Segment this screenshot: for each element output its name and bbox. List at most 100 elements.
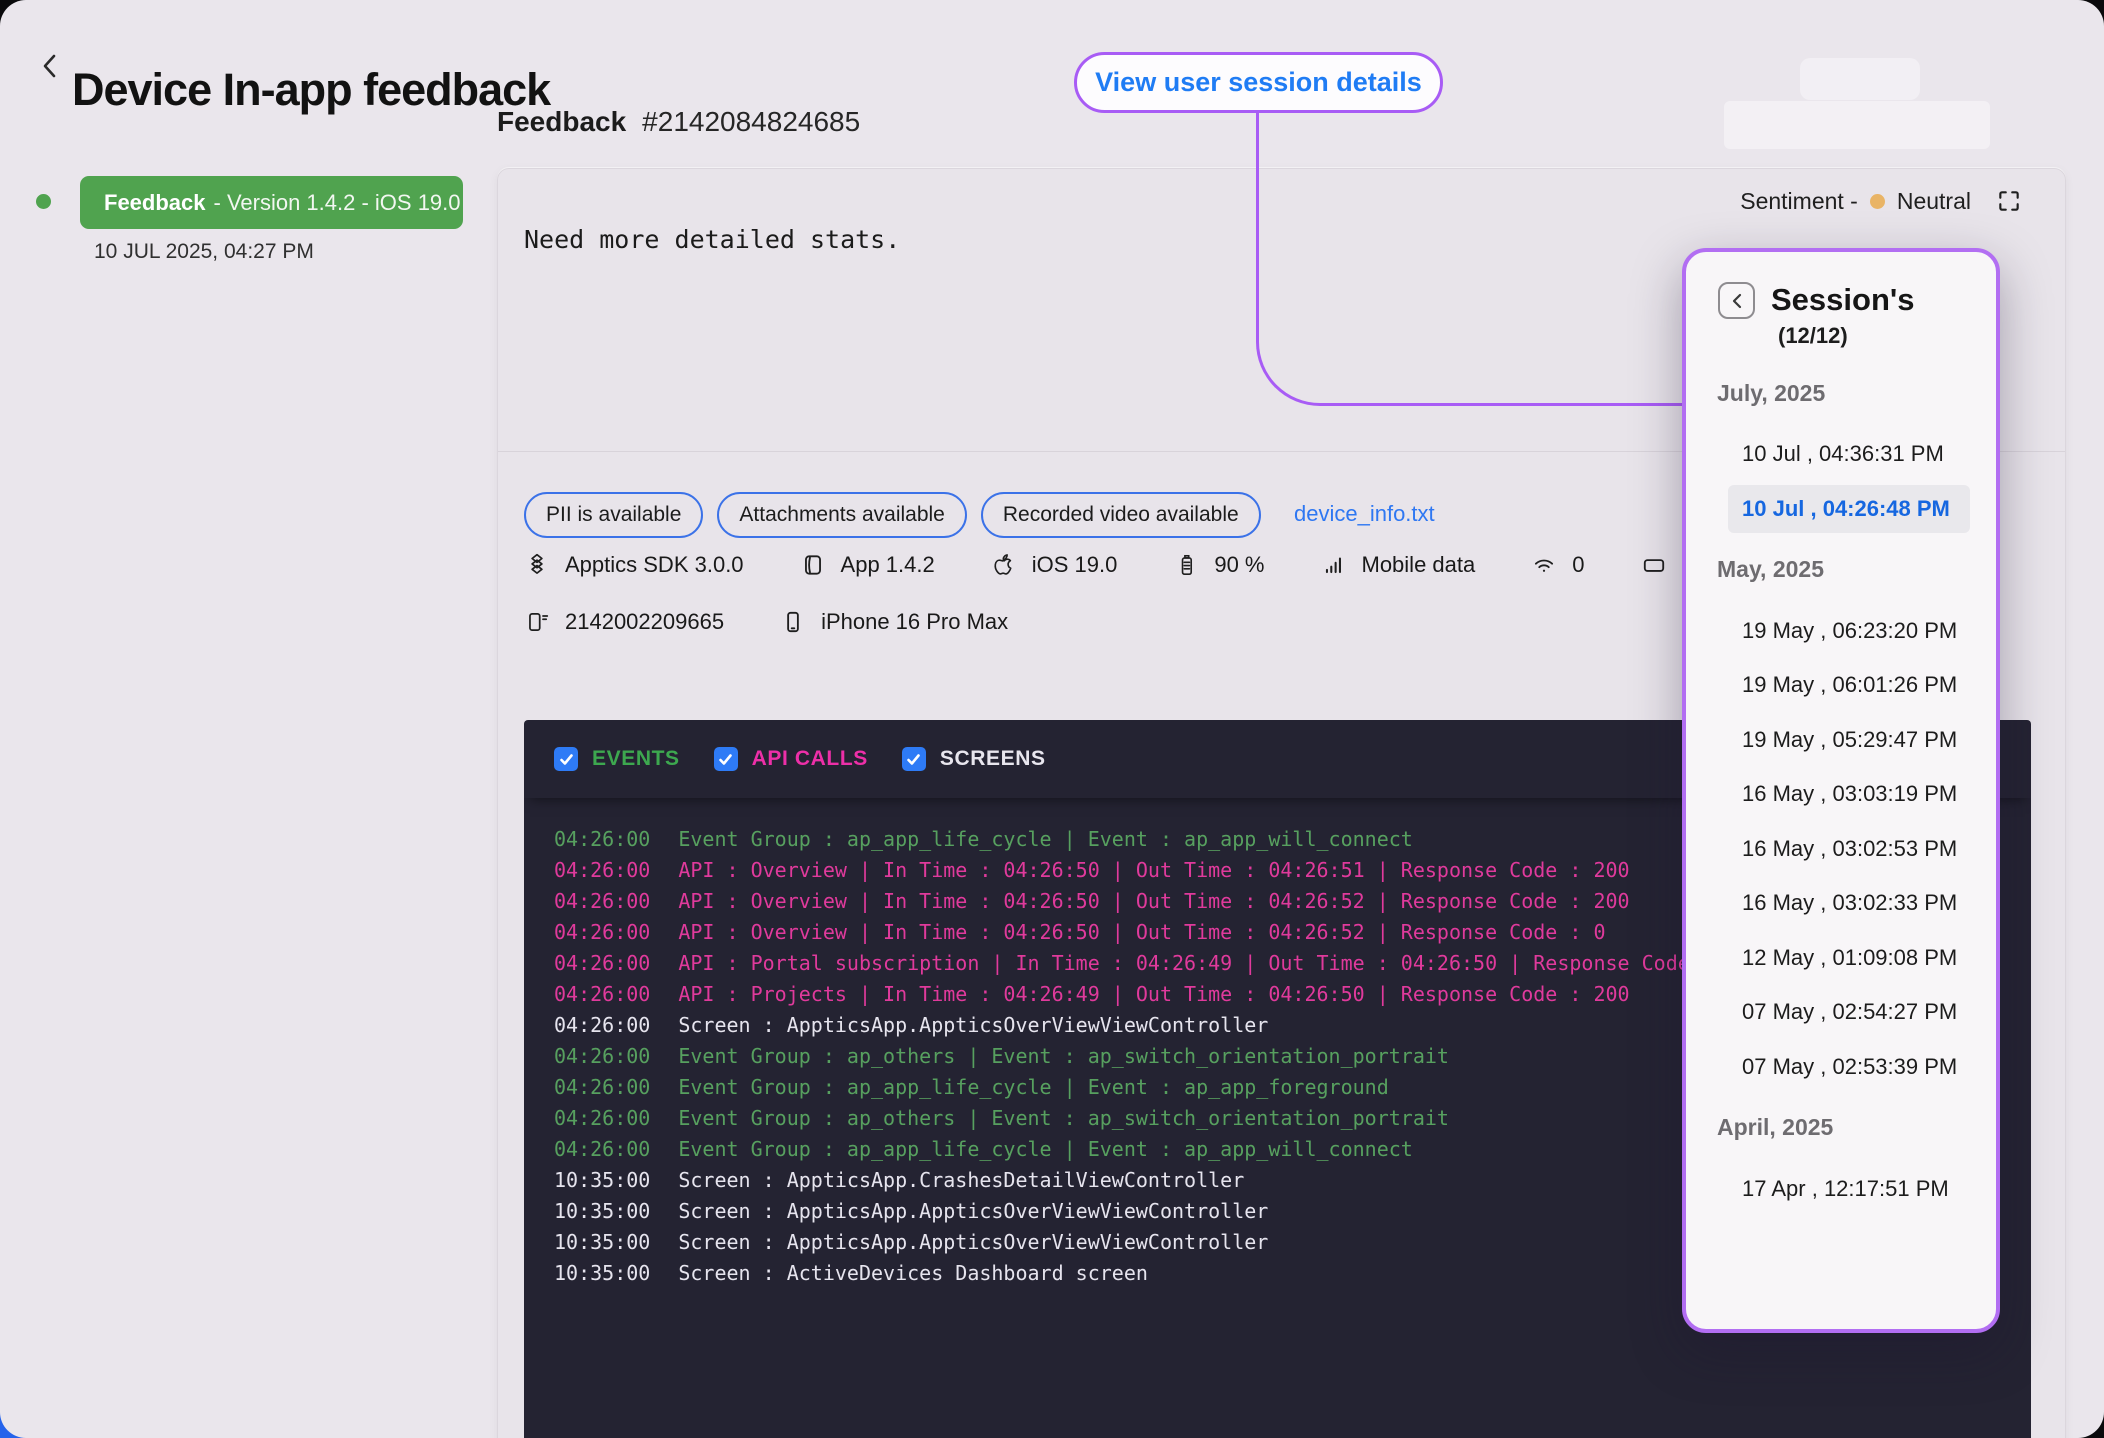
sessions-count: (12/12) (1771, 323, 1915, 349)
sessions-back-button[interactable] (1718, 282, 1755, 319)
phone-icon (780, 609, 806, 635)
device-info-item: Apptics SDK 3.0.0 (524, 552, 744, 578)
feedback-message: Need more detailed stats. (524, 225, 900, 254)
log-timestamp: 04:26:00 (554, 1103, 650, 1134)
device-info-label: Apptics SDK 3.0.0 (565, 552, 744, 578)
sessions-list: July, 2025 10 Jul , 04:36:31 PM 10 Jul ,… (1686, 363, 1996, 1213)
session-label: 10 Jul , 04:26:48 PM (1742, 496, 1950, 522)
annotation-callout: View user session details (1074, 52, 1443, 113)
feedback-version-title: Feedback (104, 190, 206, 216)
session-label: 16 May , 03:02:53 PM (1742, 836, 1957, 862)
expand-button[interactable] (1995, 187, 2023, 215)
log-timestamp: 04:26:00 (554, 886, 650, 917)
chevron-left-icon (39, 51, 61, 81)
log-timestamp: 04:26:00 (554, 1134, 650, 1165)
log-message: Screen : AppticsApp.AppticsOverViewViewC… (678, 1199, 1268, 1223)
availability-chip[interactable]: Attachments available (717, 492, 966, 538)
log-filter[interactable]: EVENTS (554, 747, 680, 771)
log-message: Event Group : ap_app_life_cycle | Event … (678, 1137, 1413, 1161)
device-info-item: 0 (1531, 552, 1584, 578)
log-filter[interactable]: API CALLS (714, 747, 868, 771)
session-item[interactable]: 19 May , 05:29:47 PM (1728, 716, 1970, 764)
checkbox-checked-icon[interactable] (714, 747, 738, 771)
device-info-label: 2142002209665 (565, 609, 724, 635)
session-month-header: July, 2025 (1686, 363, 1996, 424)
session-item[interactable]: 10 Jul , 04:26:48 PM (1728, 485, 1970, 533)
session-label: 19 May , 06:23:20 PM (1742, 618, 1957, 644)
device-info-label: 90 % (1214, 552, 1264, 578)
log-timestamp: 04:26:00 (554, 1041, 650, 1072)
log-message: API : Overview | In Time : 04:26:50 | Ou… (678, 858, 1629, 882)
log-message: API : Portal subscription | In Time : 04… (678, 951, 1762, 975)
device-info-label: iPhone 16 Pro Max (821, 609, 1008, 635)
feedback-version-suffix: - Version 1.4.2 - iOS 19.0 (214, 190, 461, 216)
back-button[interactable] (30, 44, 70, 88)
filter-label: EVENTS (592, 747, 680, 771)
attachment-link[interactable]: device_info.txt (1294, 501, 1435, 527)
session-label: 16 May , 03:03:19 PM (1742, 781, 1957, 807)
layers-icon (524, 552, 550, 578)
log-timestamp: 04:26:00 (554, 1010, 650, 1041)
log-timestamp: 10:35:00 (554, 1258, 650, 1289)
device-info-label: Mobile data (1362, 552, 1476, 578)
log-timestamp: 04:26:00 (554, 917, 650, 948)
session-item[interactable]: 16 May , 03:03:19 PM (1728, 770, 1970, 818)
annotation-connector-line (1256, 110, 1686, 406)
log-timestamp: 10:35:00 (554, 1227, 650, 1258)
session-item[interactable]: 16 May , 03:02:33 PM (1728, 879, 1970, 927)
session-label: 10 Jul , 04:36:31 PM (1742, 441, 1944, 467)
device-info-label: iOS 19.0 (1032, 552, 1118, 578)
session-item[interactable]: 12 May , 01:09:08 PM (1728, 934, 1970, 982)
availability-chip[interactable]: PII is available (524, 492, 703, 538)
log-timestamp: 04:26:00 (554, 979, 650, 1010)
log-timestamp: 04:26:00 (554, 948, 650, 979)
filter-label: SCREENS (940, 747, 1046, 771)
device-info-item: iOS 19.0 (991, 552, 1118, 578)
device-info-item (1641, 552, 1682, 578)
checkbox-checked-icon[interactable] (902, 747, 926, 771)
session-item[interactable]: 07 May , 02:53:39 PM (1728, 1043, 1970, 1091)
device-id-icon (524, 609, 550, 635)
session-label: April, 2025 (1717, 1114, 1833, 1141)
feedback-heading: Feedback #2142084824685 (497, 106, 860, 138)
session-item[interactable]: 10 Jul , 04:36:31 PM (1728, 430, 1970, 478)
device-info-item: 2142002209665 (524, 609, 724, 635)
log-message: API : Overview | In Time : 04:26:50 | Ou… (678, 889, 1629, 913)
device-info-label: App 1.4.2 (841, 552, 935, 578)
session-label: 07 May , 02:53:39 PM (1742, 1054, 1957, 1080)
blurred-element (1724, 101, 1990, 149)
page-title: Device In-app feedback (72, 64, 550, 116)
status-dot (36, 194, 51, 209)
log-message: Screen : ActiveDevices Dashboard screen (678, 1261, 1148, 1285)
log-message: Event Group : ap_others | Event : ap_swi… (678, 1044, 1449, 1068)
screen: Device In-app feedback Feedback #2142084… (0, 0, 2104, 1438)
session-item[interactable]: 19 May , 06:01:26 PM (1728, 661, 1970, 709)
session-label: 12 May , 01:09:08 PM (1742, 945, 1957, 971)
session-item[interactable]: 19 May , 06:23:20 PM (1728, 607, 1970, 655)
device-info-row: Apptics SDK 3.0.0 App 1.4.2 iOS 19.0 (524, 552, 1682, 578)
chevron-left-icon (1730, 292, 1744, 310)
checkbox-checked-icon[interactable] (554, 747, 578, 771)
app-icon (800, 552, 826, 578)
session-label: 17 Apr , 12:17:51 PM (1742, 1176, 1949, 1202)
log-filter[interactable]: SCREENS (902, 747, 1046, 771)
session-label: 19 May , 05:29:47 PM (1742, 727, 1957, 753)
device-info-item: 90 % (1173, 552, 1264, 578)
session-item[interactable]: 16 May , 03:02:53 PM (1728, 825, 1970, 873)
log-message: API : Projects | In Time : 04:26:49 | Ou… (678, 982, 1629, 1006)
session-month-header: April, 2025 (1686, 1097, 1996, 1158)
feedback-version-button[interactable]: Feedback - Version 1.4.2 - iOS 19.0 (80, 176, 463, 229)
session-label: 16 May , 03:02:33 PM (1742, 890, 1957, 916)
feedback-heading-label: Feedback (497, 106, 626, 138)
feedback-id: #2142084824685 (642, 106, 860, 138)
availability-chip[interactable]: Recorded video available (981, 492, 1261, 538)
session-item[interactable]: 17 Apr , 12:17:51 PM (1728, 1165, 1970, 1213)
device-info-label: 0 (1572, 552, 1584, 578)
sentiment-label: Sentiment - (1740, 188, 1858, 215)
fullscreen-icon (1996, 188, 2022, 214)
device-info-item: iPhone 16 Pro Max (780, 609, 1008, 635)
log-message: Screen : AppticsApp.AppticsOverViewViewC… (678, 1013, 1268, 1037)
session-item[interactable]: 07 May , 02:54:27 PM (1728, 988, 1970, 1036)
log-message: Event Group : ap_app_life_cycle | Event … (678, 1075, 1388, 1099)
log-timestamp: 10:35:00 (554, 1196, 650, 1227)
